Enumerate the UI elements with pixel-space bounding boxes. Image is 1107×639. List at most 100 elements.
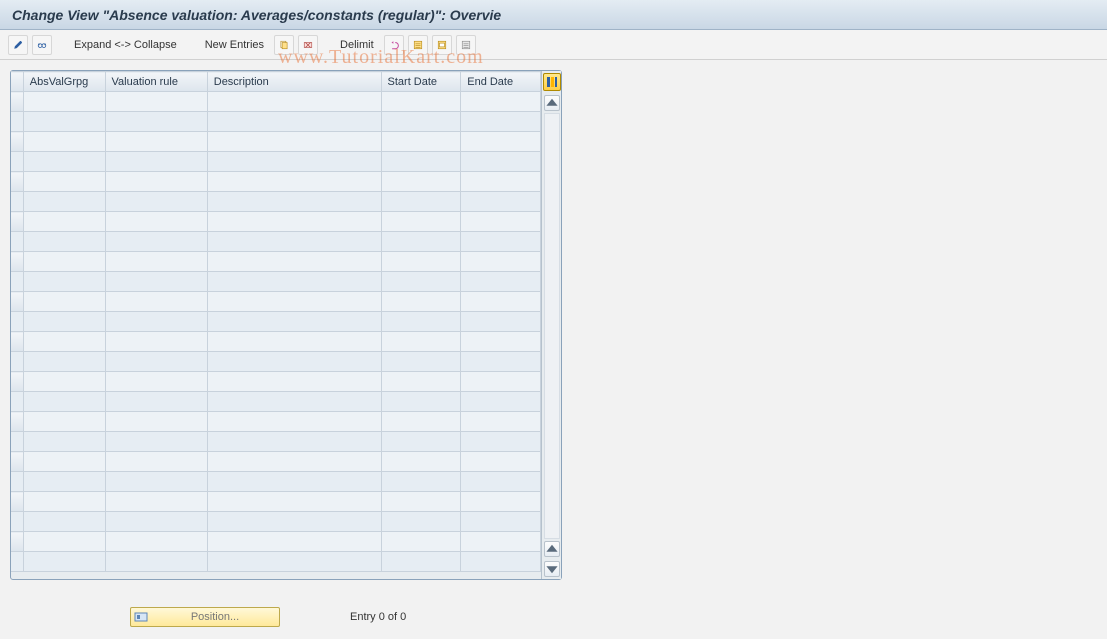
cell-end-date[interactable] [461, 432, 541, 452]
row-selector[interactable] [11, 532, 23, 552]
cell-description[interactable] [207, 252, 381, 272]
cell-absvalgrpg[interactable] [23, 332, 105, 352]
row-selector[interactable] [11, 272, 23, 292]
delete-row-icon[interactable] [298, 35, 318, 55]
cell-description[interactable] [207, 232, 381, 252]
cell-valuation-rule[interactable] [105, 192, 207, 212]
cell-description[interactable] [207, 412, 381, 432]
row-selector[interactable] [11, 132, 23, 152]
cell-end-date[interactable] [461, 192, 541, 212]
row-selector[interactable] [11, 432, 23, 452]
cell-start-date[interactable] [381, 432, 461, 452]
position-button[interactable]: Position... [130, 607, 280, 627]
row-selector[interactable] [11, 452, 23, 472]
col-header-absvalgrpg[interactable]: AbsValGrpg [23, 72, 105, 92]
row-selector[interactable] [11, 212, 23, 232]
cell-description[interactable] [207, 372, 381, 392]
cell-absvalgrpg[interactable] [23, 432, 105, 452]
cell-end-date[interactable] [461, 232, 541, 252]
cell-start-date[interactable] [381, 332, 461, 352]
cell-start-date[interactable] [381, 372, 461, 392]
cell-valuation-rule[interactable] [105, 452, 207, 472]
cell-valuation-rule[interactable] [105, 352, 207, 372]
cell-valuation-rule[interactable] [105, 552, 207, 572]
undo-icon[interactable] [384, 35, 404, 55]
cell-end-date[interactable] [461, 552, 541, 572]
cell-absvalgrpg[interactable] [23, 172, 105, 192]
cell-end-date[interactable] [461, 472, 541, 492]
cell-start-date[interactable] [381, 272, 461, 292]
cell-start-date[interactable] [381, 552, 461, 572]
cell-absvalgrpg[interactable] [23, 212, 105, 232]
row-selector[interactable] [11, 192, 23, 212]
cell-description[interactable] [207, 532, 381, 552]
cell-description[interactable] [207, 472, 381, 492]
cell-end-date[interactable] [461, 452, 541, 472]
cell-start-date[interactable] [381, 192, 461, 212]
cell-description[interactable] [207, 192, 381, 212]
row-selector[interactable] [11, 312, 23, 332]
cell-valuation-rule[interactable] [105, 332, 207, 352]
cell-absvalgrpg[interactable] [23, 272, 105, 292]
cell-absvalgrpg[interactable] [23, 92, 105, 112]
configure-columns-icon[interactable] [543, 73, 561, 91]
row-selector[interactable] [11, 172, 23, 192]
cell-valuation-rule[interactable] [105, 212, 207, 232]
cell-description[interactable] [207, 112, 381, 132]
cell-valuation-rule[interactable] [105, 92, 207, 112]
cell-start-date[interactable] [381, 452, 461, 472]
cell-valuation-rule[interactable] [105, 412, 207, 432]
cell-start-date[interactable] [381, 132, 461, 152]
cell-end-date[interactable] [461, 352, 541, 372]
cell-valuation-rule[interactable] [105, 312, 207, 332]
cell-absvalgrpg[interactable] [23, 512, 105, 532]
cell-start-date[interactable] [381, 112, 461, 132]
scroll-up-icon[interactable] [544, 95, 560, 111]
cell-end-date[interactable] [461, 132, 541, 152]
cell-absvalgrpg[interactable] [23, 292, 105, 312]
cell-description[interactable] [207, 452, 381, 472]
row-selector[interactable] [11, 492, 23, 512]
cell-description[interactable] [207, 92, 381, 112]
glasses-icon[interactable] [32, 35, 52, 55]
cell-valuation-rule[interactable] [105, 252, 207, 272]
cell-end-date[interactable] [461, 172, 541, 192]
cell-valuation-rule[interactable] [105, 292, 207, 312]
cell-absvalgrpg[interactable] [23, 352, 105, 372]
row-selector[interactable] [11, 392, 23, 412]
deselect-all-icon[interactable] [456, 35, 476, 55]
row-selector[interactable] [11, 232, 23, 252]
cell-start-date[interactable] [381, 352, 461, 372]
cell-valuation-rule[interactable] [105, 372, 207, 392]
row-selector[interactable] [11, 152, 23, 172]
cell-start-date[interactable] [381, 172, 461, 192]
scroll-down-icon[interactable] [544, 561, 560, 577]
row-selector[interactable] [11, 292, 23, 312]
cell-start-date[interactable] [381, 232, 461, 252]
cell-description[interactable] [207, 392, 381, 412]
cell-valuation-rule[interactable] [105, 172, 207, 192]
cell-start-date[interactable] [381, 392, 461, 412]
cell-valuation-rule[interactable] [105, 132, 207, 152]
cell-start-date[interactable] [381, 152, 461, 172]
cell-description[interactable] [207, 552, 381, 572]
cell-start-date[interactable] [381, 412, 461, 432]
select-all-icon[interactable] [408, 35, 428, 55]
cell-description[interactable] [207, 172, 381, 192]
cell-end-date[interactable] [461, 252, 541, 272]
cell-valuation-rule[interactable] [105, 272, 207, 292]
cell-absvalgrpg[interactable] [23, 252, 105, 272]
cell-end-date[interactable] [461, 292, 541, 312]
scroll-up-step-icon[interactable] [544, 541, 560, 557]
cell-start-date[interactable] [381, 212, 461, 232]
cell-start-date[interactable] [381, 312, 461, 332]
cell-absvalgrpg[interactable] [23, 232, 105, 252]
cell-description[interactable] [207, 292, 381, 312]
cell-absvalgrpg[interactable] [23, 132, 105, 152]
cell-start-date[interactable] [381, 512, 461, 532]
cell-valuation-rule[interactable] [105, 112, 207, 132]
cell-description[interactable] [207, 132, 381, 152]
cell-end-date[interactable] [461, 112, 541, 132]
cell-end-date[interactable] [461, 392, 541, 412]
cell-end-date[interactable] [461, 212, 541, 232]
